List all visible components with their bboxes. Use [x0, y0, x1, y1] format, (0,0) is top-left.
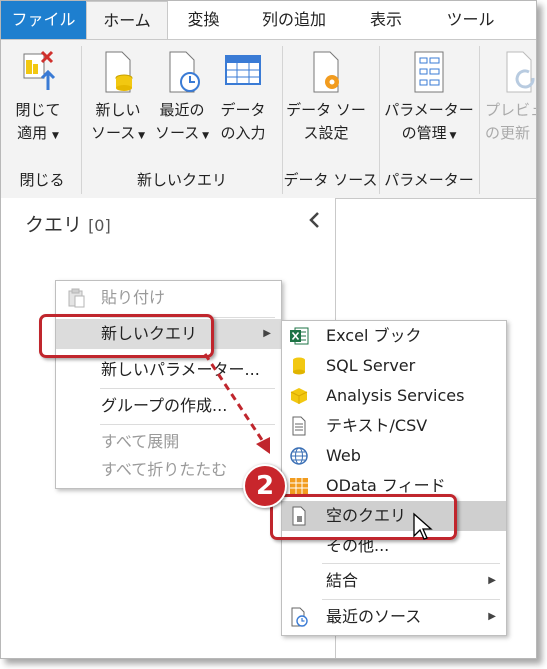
step-badge: 2 [243, 464, 287, 508]
annotation-arrow [203, 353, 270, 454]
mouse-cursor-icon [413, 512, 433, 540]
